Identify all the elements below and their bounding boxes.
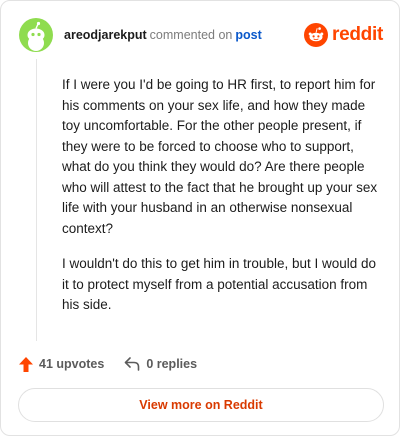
reddit-logo-icon: [304, 23, 329, 47]
action-text: commented on: [149, 28, 233, 42]
snoo-avatar-icon: [27, 21, 45, 51]
comment-paragraph: If I were you I'd be going to HR first, …: [62, 77, 378, 236]
username-link[interactable]: areodjarekput: [64, 28, 147, 42]
reply-button[interactable]: 0 replies: [124, 357, 197, 371]
reddit-embed-card: areodjarekput commented on post reddit If …: [0, 0, 400, 436]
upvote-arrow-icon: [19, 356, 33, 372]
comment-paragraph: I wouldn't do this to get him in trouble…: [62, 256, 377, 312]
brand-wordmark: reddit: [332, 24, 383, 45]
thread-line: [36, 59, 37, 341]
comment-body: If I were you I'd be going to HR first, …: [62, 75, 382, 331]
upvote-button[interactable]: 41 upvotes: [19, 356, 105, 372]
reddit-brand[interactable]: reddit: [304, 23, 383, 47]
comment-header: areodjarekput commented on post reddit: [19, 18, 383, 52]
view-more-button[interactable]: View more on Reddit: [18, 388, 384, 422]
comment-meta: areodjarekput commented on post: [64, 27, 262, 43]
comment-actions: 41 upvotes 0 replies: [19, 354, 197, 374]
avatar[interactable]: [19, 18, 53, 52]
reply-count: 0 replies: [146, 357, 198, 371]
upvote-count: 41 upvotes: [39, 357, 105, 371]
reply-icon: [125, 357, 140, 371]
post-link[interactable]: post: [235, 28, 261, 42]
